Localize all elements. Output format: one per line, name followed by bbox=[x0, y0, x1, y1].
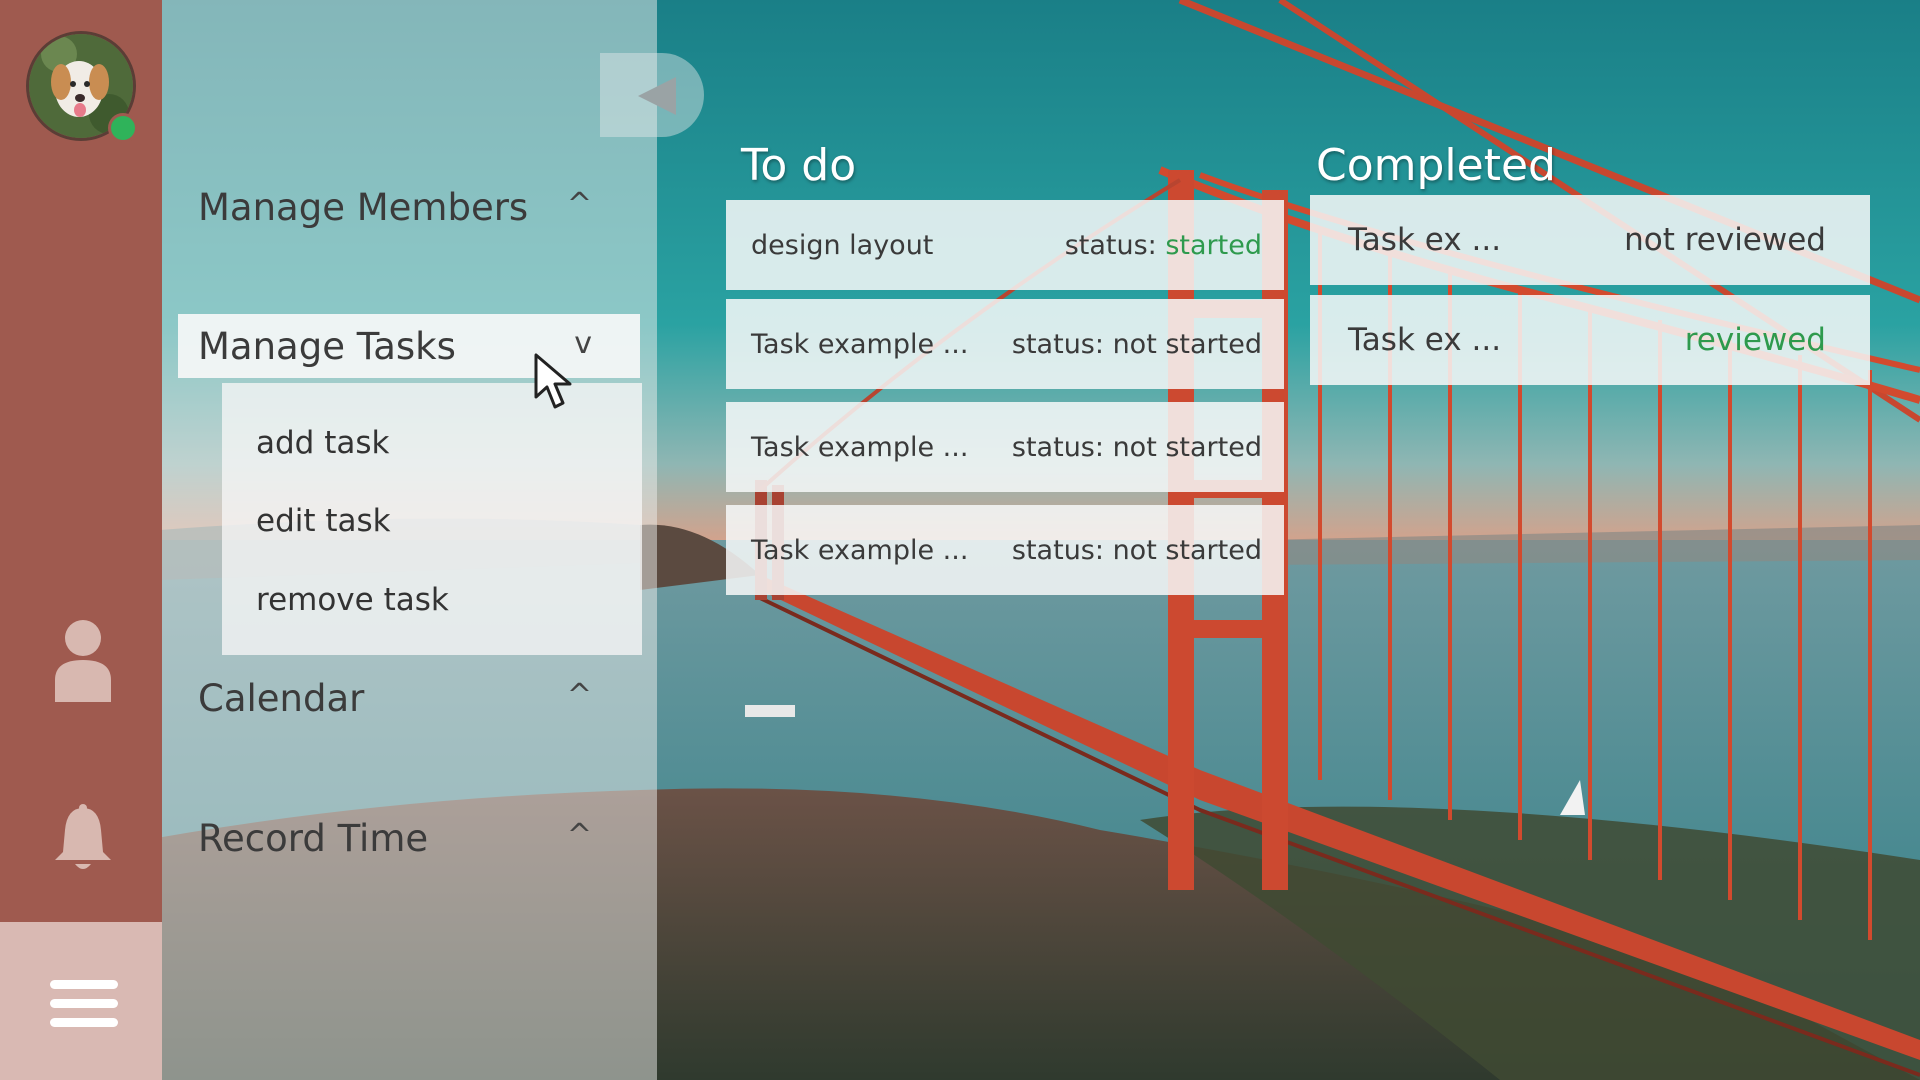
submenu-edit-task[interactable]: edit task bbox=[256, 503, 391, 539]
status-value: not started bbox=[1112, 534, 1262, 566]
todo-card[interactable]: Task example ... status: not started bbox=[726, 402, 1284, 492]
status-prefix: status: bbox=[1011, 328, 1104, 360]
review-status: not reviewed bbox=[1624, 222, 1826, 258]
completed-card[interactable]: Task ex ... not reviewed bbox=[1310, 195, 1870, 285]
status-value: not started bbox=[1112, 431, 1262, 463]
task-name: Task ex ... bbox=[1348, 222, 1502, 258]
nav-item-label: Manage Members bbox=[198, 185, 529, 229]
status-value: not started bbox=[1112, 328, 1262, 360]
app-screen: Manage Members ^ Manage Tasks v Calendar… bbox=[0, 0, 1920, 1080]
task-status: status: not started bbox=[1012, 432, 1262, 463]
nav-calendar[interactable]: Calendar ^ bbox=[178, 666, 640, 730]
hamburger-menu-icon[interactable] bbox=[50, 980, 118, 1028]
nav-manage-members[interactable]: Manage Members ^ bbox=[178, 175, 640, 239]
completed-column-title: Completed bbox=[1316, 140, 1556, 191]
chevron-up-icon[interactable]: ^ bbox=[567, 187, 592, 222]
todo-card[interactable]: Task example ... status: not started bbox=[726, 505, 1284, 595]
task-status: status: started bbox=[1065, 230, 1262, 261]
mouse-cursor-icon bbox=[534, 353, 572, 409]
icon-rail bbox=[0, 0, 162, 1080]
status-prefix: status: bbox=[1011, 534, 1104, 566]
completed-card[interactable]: Task ex ... reviewed bbox=[1310, 295, 1870, 385]
submenu-add-task[interactable]: add task bbox=[256, 425, 389, 461]
user-icon[interactable] bbox=[53, 618, 113, 702]
task-status: status: not started bbox=[1012, 535, 1262, 566]
status-prefix: status: bbox=[1064, 229, 1157, 261]
task-status: status: not started bbox=[1012, 329, 1262, 360]
bell-icon[interactable] bbox=[53, 804, 113, 874]
task-name: Task example ... bbox=[751, 431, 969, 463]
chevron-up-icon[interactable]: ^ bbox=[567, 678, 592, 713]
submenu-remove-task[interactable]: remove task bbox=[256, 582, 449, 618]
manage-tasks-submenu: add task edit task remove task bbox=[222, 383, 642, 655]
status-prefix: status: bbox=[1011, 431, 1104, 463]
online-status-dot bbox=[108, 113, 138, 143]
nav-item-label: Calendar bbox=[198, 676, 365, 720]
review-status: reviewed bbox=[1684, 322, 1826, 358]
status-value: started bbox=[1165, 229, 1262, 261]
task-name: Task ex ... bbox=[1348, 322, 1502, 358]
todo-column-title: To do bbox=[741, 140, 857, 191]
task-name: Task example ... bbox=[751, 328, 969, 360]
task-name: design layout bbox=[751, 229, 934, 261]
todo-card[interactable]: design layout status: started bbox=[726, 200, 1284, 290]
triangle-left-icon bbox=[638, 77, 676, 115]
collapse-panel-button[interactable] bbox=[600, 53, 704, 137]
todo-card[interactable]: Task example ... status: not started bbox=[726, 299, 1284, 389]
chevron-up-icon[interactable]: ^ bbox=[567, 818, 592, 853]
nav-item-label: Manage Tasks bbox=[198, 324, 456, 368]
task-name: Task example ... bbox=[751, 534, 969, 566]
nav-item-label: Record Time bbox=[198, 816, 429, 860]
nav-record-time[interactable]: Record Time ^ bbox=[178, 806, 640, 870]
